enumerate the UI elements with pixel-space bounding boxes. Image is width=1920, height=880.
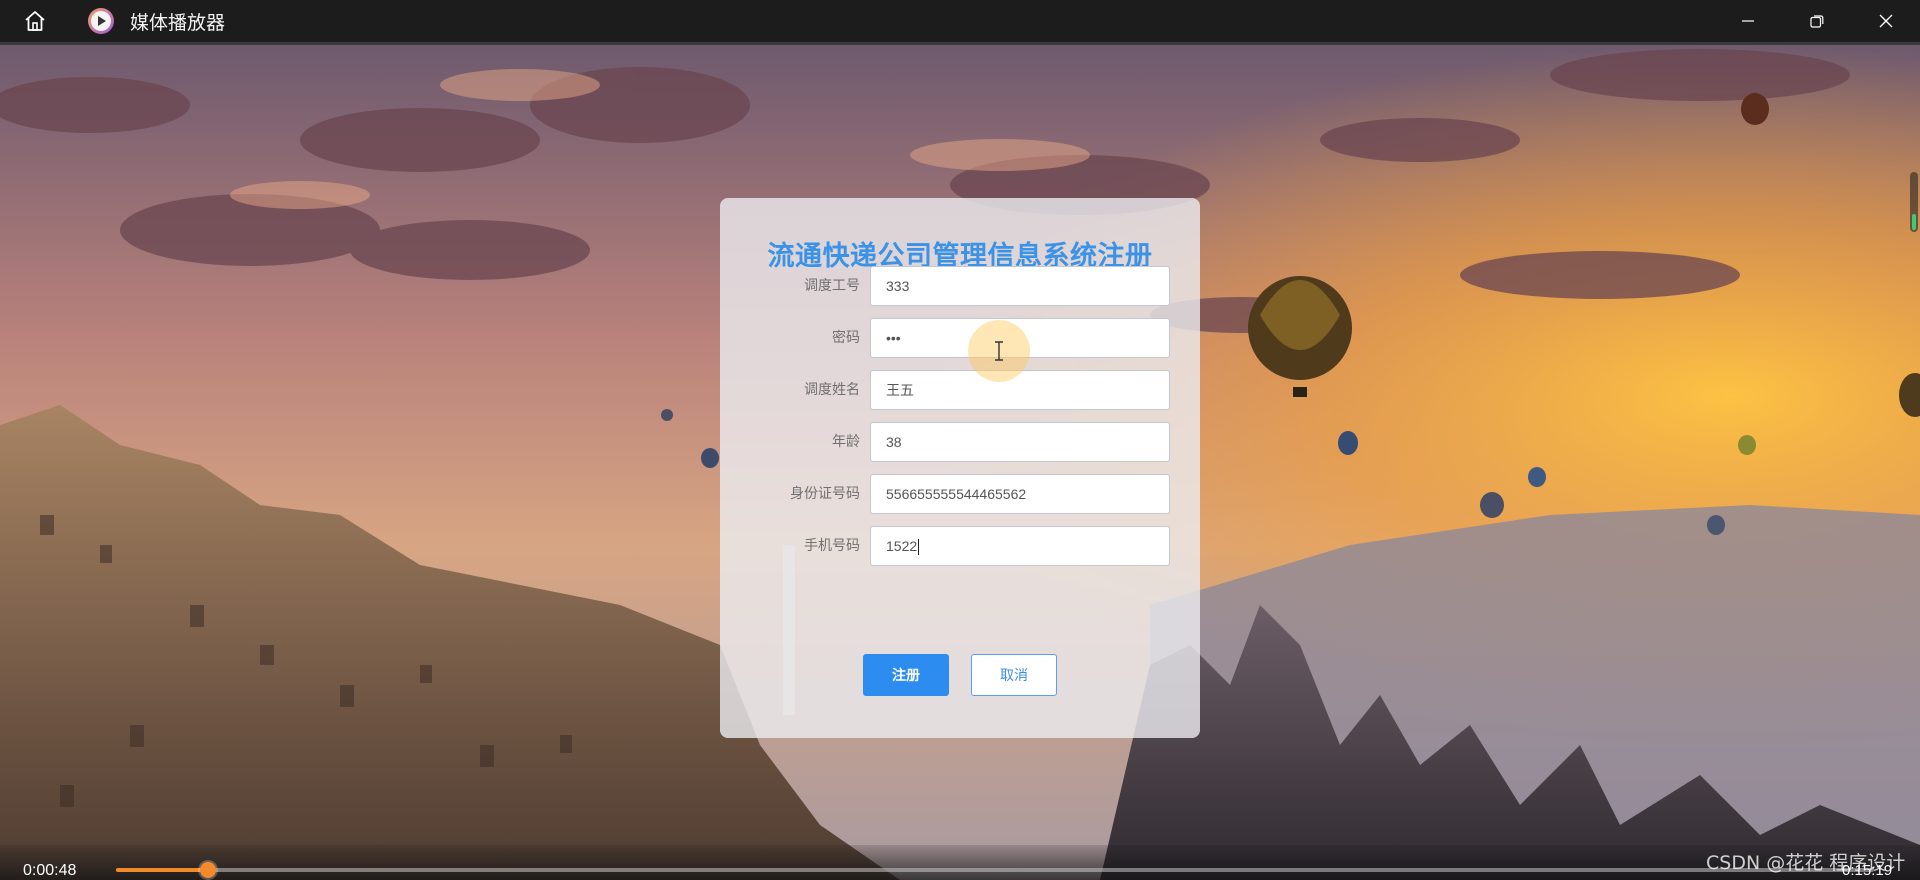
player-control-bar <box>0 845 1920 880</box>
id-number-label: 身份证号码 <box>790 486 860 502</box>
dispatcher-name-value: 王五 <box>886 382 914 398</box>
minimize-icon <box>1741 20 1754 22</box>
password-value: ••• <box>886 330 901 346</box>
phone-input[interactable]: 1522 <box>870 526 1170 566</box>
field-row-phone: 手机号码 1522 <box>720 526 1200 566</box>
volume-level <box>1912 214 1916 230</box>
age-value: 38 <box>886 434 902 450</box>
media-player-app-icon <box>88 8 114 34</box>
media-player-window: 媒体播放器 流通快递公司管理信息系统注册 调度工号 333 密码 ••• 调度姓… <box>0 0 1920 880</box>
id-number-input[interactable]: 556655555544465562 <box>870 474 1170 514</box>
field-row-age: 年龄 38 <box>720 422 1200 462</box>
age-label: 年龄 <box>832 434 860 450</box>
password-label: 密码 <box>832 330 860 346</box>
age-input[interactable]: 38 <box>870 422 1170 462</box>
field-row-id-number: 身份证号码 556655555544465562 <box>720 474 1200 514</box>
phone-value: 1522 <box>886 538 918 554</box>
text-cursor-icon <box>995 341 1003 361</box>
seek-bar-progress <box>116 868 208 872</box>
restore-icon <box>1809 15 1823 28</box>
field-row-password: 密码 ••• <box>720 318 1200 358</box>
seek-bar[interactable] <box>116 862 1874 878</box>
close-button[interactable] <box>1851 0 1920 44</box>
dispatch-id-value: 333 <box>886 278 910 294</box>
cancel-button[interactable]: 取消 <box>971 654 1057 696</box>
title-bar: 媒体播放器 <box>0 0 1920 45</box>
volume-indicator[interactable] <box>1910 172 1918 232</box>
home-icon <box>25 11 45 31</box>
dispatch-id-input[interactable]: 333 <box>870 266 1170 306</box>
restore-button[interactable] <box>1782 0 1851 44</box>
field-row-dispatch-id: 调度工号 333 <box>720 266 1200 306</box>
app-title: 媒体播放器 <box>130 11 226 34</box>
id-number-value: 556655555544465562 <box>886 486 1027 502</box>
text-caret <box>918 539 920 556</box>
close-icon <box>1879 14 1892 28</box>
home-button[interactable] <box>0 0 70 44</box>
dispatcher-name-input[interactable]: 王五 <box>870 370 1170 410</box>
phone-label: 手机号码 <box>804 538 860 554</box>
field-row-dispatcher-name: 调度姓名 王五 <box>720 370 1200 410</box>
minimize-button[interactable] <box>1713 0 1782 44</box>
register-button[interactable]: 注册 <box>863 654 949 696</box>
registration-form: 流通快递公司管理信息系统注册 调度工号 333 密码 ••• 调度姓名 王五 年… <box>720 198 1200 738</box>
seek-thumb[interactable] <box>199 862 216 878</box>
dispatcher-name-label: 调度姓名 <box>804 382 860 398</box>
dispatch-id-label: 调度工号 <box>804 278 860 294</box>
current-time: 0:00:48 <box>23 862 77 879</box>
total-time: 0:15:19 <box>1842 862 1893 879</box>
